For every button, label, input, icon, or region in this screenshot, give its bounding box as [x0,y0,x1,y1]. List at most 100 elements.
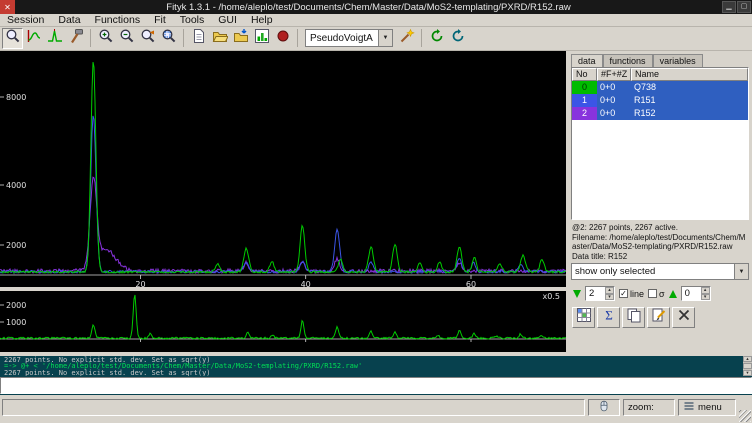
zoom-mode-icon [5,28,21,49]
menu-gui[interactable]: GUI [211,14,244,26]
content-area: 204060800040002000 20001000 x0.5 data fu… [0,51,752,356]
decrease-point-size-icon[interactable] [573,290,581,298]
scroll-down-icon[interactable]: ▼ [743,370,752,376]
menu-functions[interactable]: Functions [88,14,148,26]
series-R151 [0,116,566,273]
tab-data[interactable]: data [571,54,603,67]
aux-plot[interactable]: 20001000 x0.5 [0,291,566,352]
sigma-checkbox-box[interactable] [648,289,657,298]
delete-dataset-button[interactable] [672,307,695,328]
chevron-down-icon[interactable]: ▼ [378,30,392,46]
tab-functions[interactable]: functions [603,54,653,67]
edit-transform-button[interactable] [647,307,670,328]
column-header-name[interactable]: Name [631,68,748,81]
zoom-all-button[interactable] [158,28,179,49]
menu-tools[interactable]: Tools [173,14,212,26]
close-button[interactable]: ✕ [0,0,15,14]
copy-dataset-icon [626,307,642,328]
shift-spinner[interactable]: 0 ▴▾ [681,286,711,301]
point-size-spinner[interactable]: 2 ▴▾ [585,286,615,301]
menu-fit[interactable]: Fit [147,14,173,26]
increase-shift-icon[interactable] [669,290,677,298]
column-header-no[interactable]: No [572,68,597,81]
run-fit-button[interactable] [426,28,447,49]
line-checkbox-box[interactable]: ✓ [619,289,628,298]
window-buttons: ▁ ▢ [722,1,752,13]
range-mode-icon [26,28,42,49]
scroll-up-icon[interactable]: ▲ [743,356,752,362]
titlebar: ✕ Fityk 1.3.1 - /home/aleplo/test/Docume… [0,0,752,14]
menu-help[interactable]: Help [244,14,280,26]
menu-session[interactable]: Session [0,14,51,26]
console: 2267 points. No explicit std. dev. Set a… [0,356,752,395]
resize-grip[interactable] [739,410,751,422]
point-size-arrows[interactable]: ▴▾ [605,287,614,300]
toolbar-separator [421,29,422,47]
sum-functions-button[interactable]: Σ [597,307,620,328]
info-points: @2: 2267 points, 2267 active. [572,223,748,233]
function-type-combo[interactable]: PseudoVoigtA▼ [305,29,393,47]
residual-series [0,295,566,339]
main-plot[interactable]: 204060800040002000 [0,51,566,287]
status-menu-label: menu [698,402,722,413]
command-input[interactable] [0,377,752,394]
chevron-down-icon[interactable]: ▼ [734,264,748,279]
dataset-list: No #F+#Z Name 00+0Q73810+0R15120+0R152 [571,67,749,220]
data-table-button[interactable] [572,307,595,328]
mouse-hint-panel [588,399,620,416]
sigma-checkbox[interactable]: σ [648,289,665,299]
shift-arrows[interactable]: ▴▾ [701,287,710,300]
toolbar-separator [90,29,91,47]
svg-text:8000: 8000 [6,93,26,102]
status-message [2,399,585,416]
spin-down-icon[interactable]: ▾ [605,294,614,301]
dataset-table-body: 00+0Q73810+0R15120+0R152 [572,81,748,120]
menu-data[interactable]: Data [51,14,87,26]
tab-variables[interactable]: variables [653,54,703,67]
svg-text:40: 40 [301,280,311,287]
run-fit-icon [429,28,445,49]
plot-column: 204060800040002000 20001000 x0.5 [0,51,566,356]
svg-text:2000: 2000 [6,301,26,310]
maximize-button[interactable]: ▢ [737,1,751,13]
zoom-out-button[interactable] [116,28,137,49]
zoom-in-button[interactable] [95,28,116,49]
line-checkbox[interactable]: ✓ line [619,289,644,299]
console-scrollbar[interactable]: ▲ ▼ [743,356,752,376]
svg-text:1000: 1000 [6,318,26,327]
export-data-button[interactable] [230,28,251,49]
statusbar: zoom: menu [0,395,752,423]
auto-add-function-button[interactable] [396,28,417,49]
run-script-icon [450,28,466,49]
minimize-button[interactable]: ▁ [722,1,736,13]
toolbar: PseudoVoigtA▼ [0,27,752,51]
dataset-row[interactable]: 10+0R151 [572,94,748,107]
run-script-button[interactable] [447,28,468,49]
function-type-value: PseudoVoigtA [306,33,378,44]
menu-icon [683,400,695,415]
activate-mode-button[interactable] [65,28,86,49]
dataset-row[interactable]: 20+0R152 [572,107,748,120]
status-zoom-panel: zoom: [623,399,675,416]
console-output[interactable]: 2267 points. No explicit std. dev. Set a… [0,356,743,376]
svg-text:Σ: Σ [605,308,613,323]
status-zoom-label: zoom: [628,402,654,413]
status-menu-button[interactable]: menu [678,399,736,416]
dataset-name: Q738 [631,81,748,94]
range-mode-button[interactable] [23,28,44,49]
scrollbar-thumb[interactable] [743,363,752,369]
zoom-mode-button[interactable] [2,28,23,49]
new-session-button[interactable] [188,28,209,49]
dataset-row[interactable]: 00+0Q738 [572,81,748,94]
data-viewer-button[interactable] [251,28,272,49]
column-header-functions[interactable]: #F+#Z [597,68,631,81]
record-log-icon [275,28,291,49]
previous-zoom-button[interactable] [137,28,158,49]
add-peak-mode-button[interactable] [44,28,65,49]
open-file-button[interactable] [209,28,230,49]
sidebar-tabs: data functions variables [571,54,703,67]
filter-combo[interactable]: show only selected ▼ [571,263,749,280]
copy-dataset-button[interactable] [622,307,645,328]
spin-down-icon[interactable]: ▾ [701,294,710,301]
record-log-button[interactable] [272,28,293,49]
